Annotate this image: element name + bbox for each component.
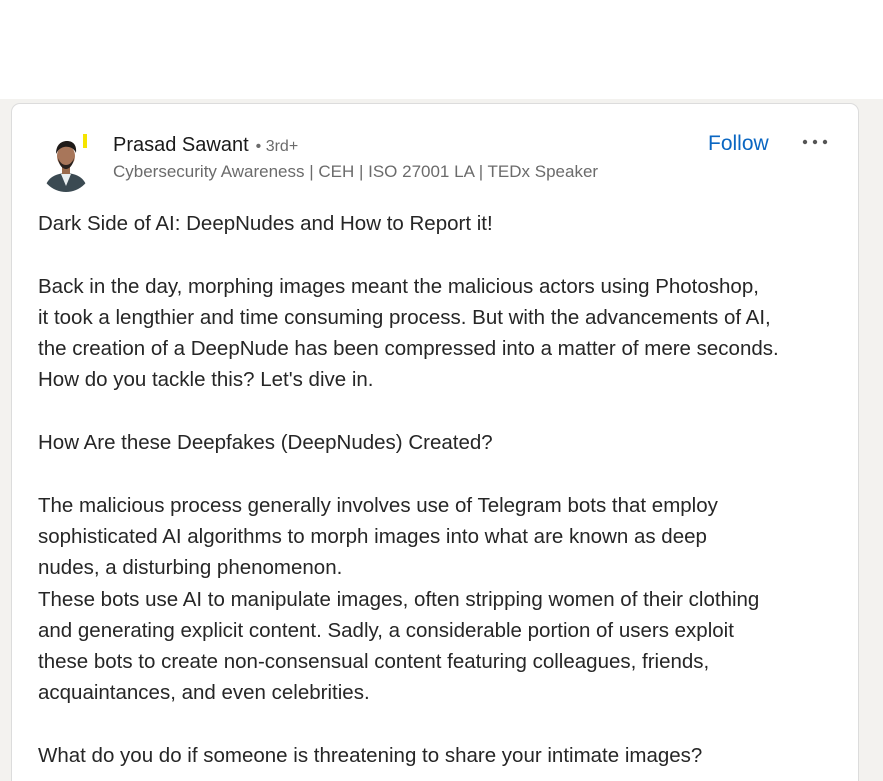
- connection-degree: • 3rd+: [255, 138, 299, 155]
- author-name[interactable]: Prasad Sawant: [113, 134, 249, 157]
- post-line: the creation of a DeepNude has been comp…: [38, 337, 779, 361]
- post-card: Prasad Sawant • 3rd+ Cybersecurity Aware…: [11, 103, 859, 781]
- post-line: Back in the day, morphing images meant t…: [38, 274, 759, 298]
- post-line: it took a lengthier and time consuming p…: [38, 305, 771, 329]
- post-title-line: Dark Side of AI: DeepNudes and How to Re…: [38, 212, 493, 235]
- ellipsis-icon[interactable]: [798, 128, 832, 156]
- post-line: these bots to create non-consensual cont…: [38, 650, 710, 674]
- author-avatar[interactable]: [40, 134, 92, 192]
- post-line: What do you do if someone is threatening…: [38, 744, 703, 768]
- avatar-badge: [83, 134, 87, 148]
- author-headline: Cybersecurity Awareness | CEH | ISO 2700…: [113, 162, 599, 181]
- post-line: sophisticated AI algorithms to morph ima…: [38, 524, 707, 548]
- post-line: nudes, a disturbing phenomenon.: [38, 556, 343, 580]
- post-line: and generating explicit content. Sadly, …: [38, 618, 734, 642]
- post-line-blank: [38, 239, 838, 270]
- top-bar: [0, 0, 883, 99]
- post-line: The malicious process generally involves…: [38, 493, 718, 517]
- post-body: Dark Side of AI: DeepNudes and How to Re…: [38, 208, 838, 771]
- post-line: How do you tackle this? Let's dive in.: [38, 368, 374, 392]
- author-name-row: Prasad Sawant • 3rd+: [113, 134, 298, 160]
- post-line-blank: [38, 709, 838, 740]
- post-line: These bots use AI to manipulate images, …: [38, 587, 760, 611]
- post-line-blank: [38, 458, 838, 489]
- post-line: acquaintances, and even celebrities.: [38, 681, 370, 705]
- post-heading-line: How Are these Deepfakes (DeepNudes) Crea…: [38, 431, 493, 455]
- post-line-blank: [38, 396, 838, 427]
- follow-button[interactable]: Follow: [702, 130, 775, 158]
